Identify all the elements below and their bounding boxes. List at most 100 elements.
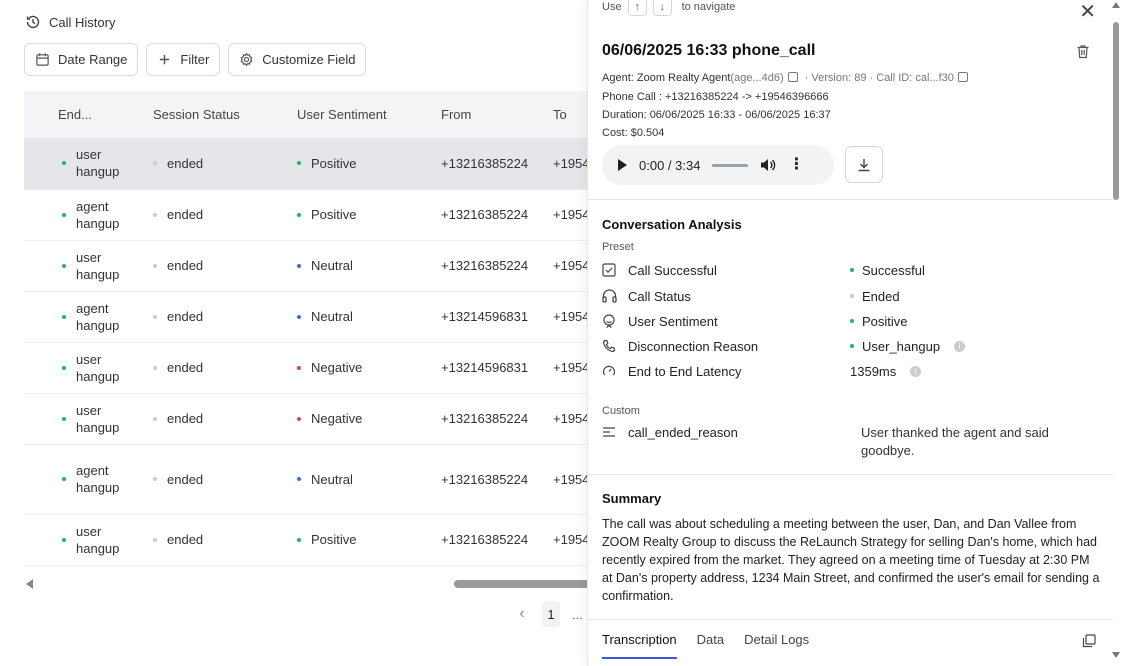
nav-hint-label: to navigate: [681, 0, 736, 13]
headphones-icon: [602, 289, 617, 303]
close-icon[interactable]: ✕: [1079, 0, 1096, 24]
scrollbar-thumb[interactable]: [1113, 22, 1119, 200]
audio-time: 0:00 / 3:34: [639, 157, 701, 173]
end-reason-cell: user hangup: [76, 402, 120, 435]
version-value: 89: [854, 72, 867, 84]
analysis-label: End to End Latency: [628, 363, 742, 379]
sentiment-cell: Positive: [311, 207, 357, 222]
scroll-left-arrow-icon[interactable]: [26, 579, 33, 589]
status-dot: [62, 161, 66, 166]
copy-icon[interactable]: [787, 72, 798, 82]
column-header-end-reason[interactable]: End...: [24, 91, 145, 138]
table-row[interactable]: user hangup ended Negative +13216385224 …: [24, 393, 609, 445]
trash-icon[interactable]: [1076, 44, 1090, 59]
analysis-value: 1359ms: [850, 363, 897, 379]
table-row[interactable]: user hangup ended Neutral +13216385224 +…: [24, 240, 609, 292]
status-dot: [62, 365, 66, 370]
phone-call-meta: Phone Call : +13216385224 -> +1954639666…: [602, 91, 829, 103]
status-dot: [153, 477, 157, 481]
detail-tabs: Transcription Data Detail Logs: [602, 632, 809, 659]
from-cell: +13216385224: [433, 240, 545, 292]
scroll-up-arrow-icon[interactable]: [1112, 2, 1120, 8]
end-reason-cell: user hangup: [76, 351, 120, 384]
plus-icon: [160, 54, 170, 65]
status-dot: [153, 161, 157, 166]
end-reason-cell: user hangup: [76, 523, 120, 556]
agent-id: (age...4d6): [730, 72, 784, 84]
info-icon[interactable]: i: [910, 365, 922, 377]
text-lines-icon: [603, 427, 615, 437]
pagination-ellipsis[interactable]: ...: [572, 607, 583, 622]
analysis-value: Positive: [862, 313, 908, 329]
table-row[interactable]: user hangup ended Negative +13214596831 …: [24, 342, 609, 394]
tab-transcription[interactable]: Transcription: [602, 632, 677, 659]
table-row[interactable]: agent hangup ended Positive +13216385224…: [24, 189, 609, 241]
filter-label: Filter: [180, 52, 210, 67]
sentiment-dot: [297, 263, 301, 268]
status-dot: [850, 268, 854, 272]
status-dot: [153, 416, 157, 421]
analysis-value: Ended: [862, 288, 900, 304]
more-options-icon[interactable]: ⋮: [788, 157, 804, 173]
sentiment-dot: [297, 212, 301, 217]
customize-field-button[interactable]: Customize Field: [228, 43, 367, 76]
copy-icon[interactable]: [957, 72, 968, 82]
sentiment-dot: [297, 537, 301, 542]
table-row[interactable]: user hangup ended Positive +13216385224 …: [24, 138, 609, 190]
session-status-cell: ended: [167, 258, 204, 273]
preset-label: Preset: [602, 241, 634, 253]
cost-meta: Cost: $0.504: [602, 127, 665, 139]
table-row[interactable]: user hangup ended Positive +13216385224 …: [24, 514, 609, 566]
session-status-cell: ended: [167, 532, 204, 547]
column-header-session-status[interactable]: Session Status: [145, 91, 289, 138]
status-dot: [153, 212, 157, 217]
status-dot: [850, 344, 854, 348]
chevron-left-icon[interactable]: ‹: [514, 605, 530, 623]
copy-icon[interactable]: [1082, 634, 1096, 648]
play-icon[interactable]: [618, 159, 627, 171]
call-detail-drawer: Use ↑ ↓ to navigate ✕ 06/06/2025 16:33 p…: [587, 0, 1122, 666]
volume-icon[interactable]: [760, 158, 776, 172]
end-reason-cell: agent hangup: [76, 463, 120, 495]
end-reason-cell: user hangup: [76, 249, 120, 282]
info-icon[interactable]: i: [954, 340, 966, 352]
scroll-down-arrow-icon[interactable]: [1112, 652, 1120, 658]
toolbar: Date Range Filter Customize Field: [24, 43, 367, 76]
duration-meta: Duration: 06/06/2025 16:33 - 06/06/2025 …: [602, 109, 831, 121]
session-status-cell: ended: [167, 309, 204, 324]
sentiment-dot: [297, 314, 301, 319]
sentiment-cell: Negative: [311, 411, 363, 426]
page-button-current[interactable]: 1: [542, 601, 560, 627]
download-button[interactable]: [845, 146, 883, 183]
date-range-button[interactable]: Date Range: [24, 43, 139, 76]
table-row[interactable]: agent hangup ended Neutral +13216385224 …: [24, 444, 609, 515]
call-id-value: cal...f30: [915, 72, 954, 84]
face-icon: [603, 313, 615, 328]
tab-detail-logs[interactable]: Detail Logs: [744, 632, 809, 659]
scrollbar-thumb[interactable]: [454, 580, 604, 588]
analysis-row-disconnection-reason: Disconnection Reason User_hangup i: [602, 336, 1102, 356]
tab-data[interactable]: Data: [697, 632, 724, 659]
audio-progress-slider[interactable]: [712, 163, 749, 167]
from-cell: +13216385224: [433, 189, 545, 241]
filter-button[interactable]: Filter: [146, 43, 221, 76]
summary-text: The call was about scheduling a meeting …: [602, 517, 1100, 603]
session-status-cell: ended: [167, 411, 204, 426]
session-status-cell: ended: [167, 471, 204, 487]
arrow-up-icon[interactable]: ↑: [627, 0, 647, 16]
horizontal-scrollbar[interactable]: [24, 577, 609, 591]
analysis-row-call-status: Call Status Ended: [602, 286, 1102, 306]
divider: [588, 199, 1113, 200]
customize-field-label: Customize Field: [262, 52, 356, 67]
table-row[interactable]: agent hangup ended Neutral +13214596831 …: [24, 291, 609, 343]
arrow-down-icon[interactable]: ↓: [652, 0, 672, 16]
phone-icon: [602, 339, 616, 353]
vertical-scrollbar[interactable]: [1112, 0, 1120, 666]
download-icon: [858, 158, 870, 171]
pagination: ‹ 1 ...: [514, 601, 583, 627]
call-table-container[interactable]: End... Session Status User Sentiment Fro…: [24, 91, 609, 568]
date-range-label: Date Range: [58, 52, 128, 67]
gauge-icon: [602, 365, 616, 376]
column-header-from[interactable]: From: [433, 91, 545, 138]
column-header-user-sentiment[interactable]: User Sentiment: [289, 91, 433, 138]
